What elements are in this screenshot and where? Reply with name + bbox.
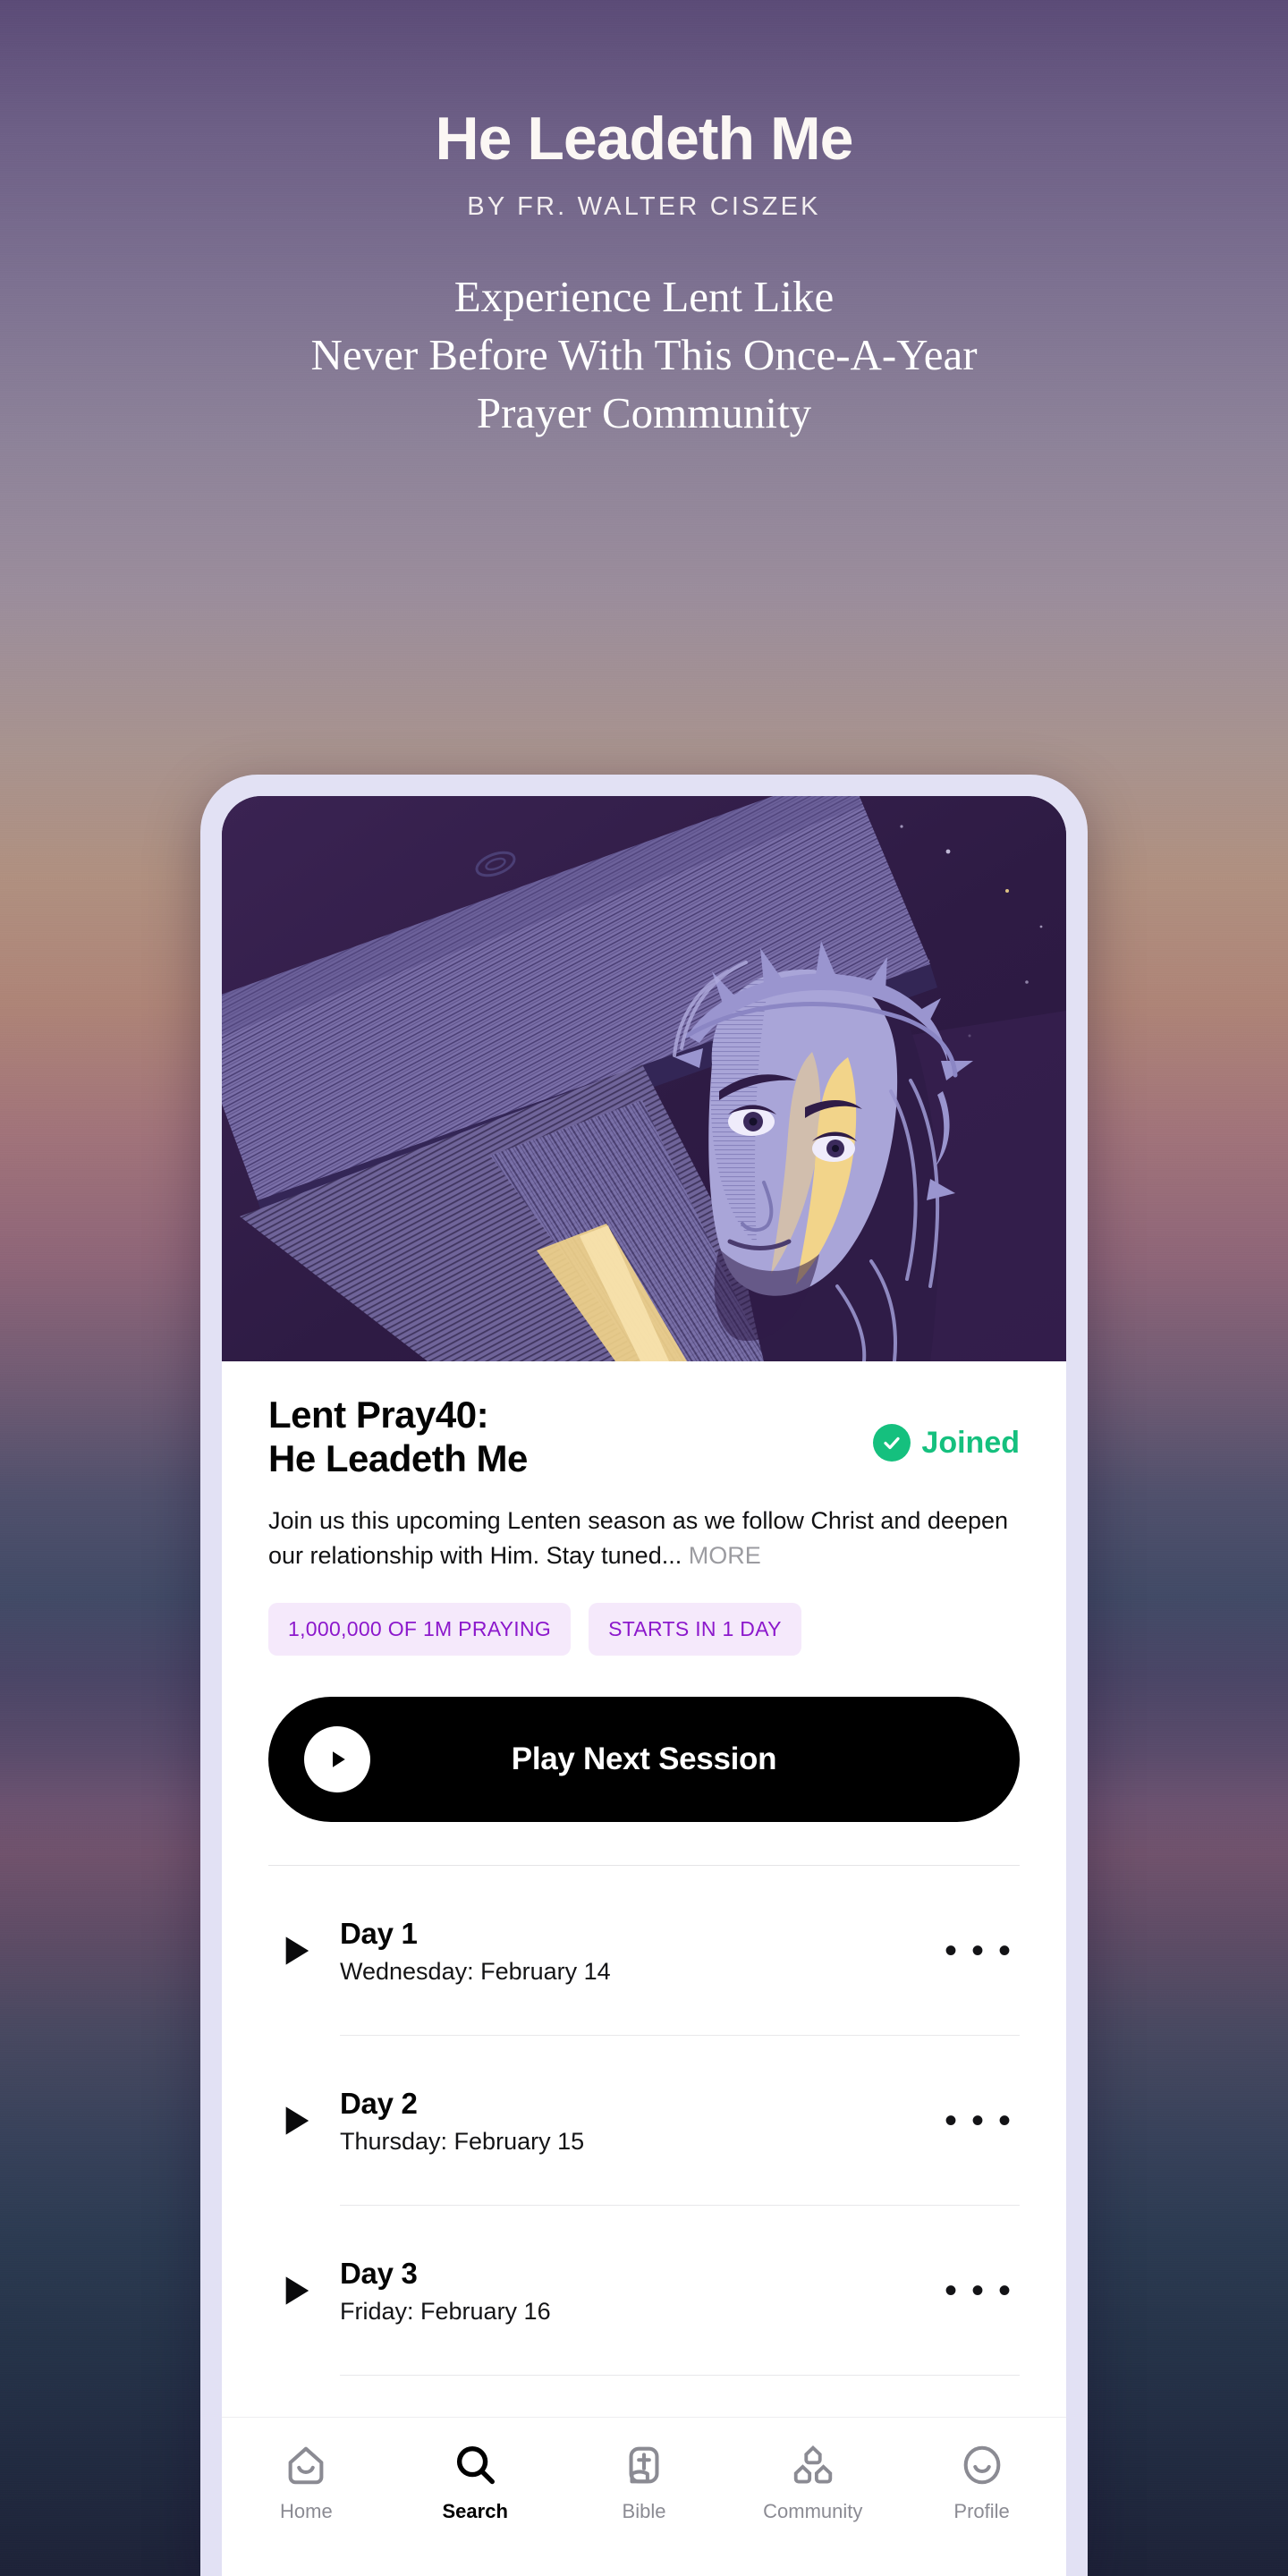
day-overflow-menu-icon[interactable]: • • • [945,2103,1020,2139]
day-texts: Day 1 Wednesday: February 14 [324,1917,945,1986]
tagline-line-2: Never Before With This Once-A-Year [310,330,978,380]
session-title-line-1: Lent Pray40: [268,1394,489,1436]
session-title-line-2: He Leadeth Me [268,1436,528,1479]
promo-header: He Leadeth Me BY FR. WALTER CISZEK Exper… [0,0,1288,442]
profile-icon [958,2441,1006,2489]
nav-item-search[interactable]: Search [391,2441,560,2523]
home-icon [282,2441,330,2489]
session-description-text: Join us this upcoming Lenten season as w… [268,1507,1009,1569]
day-name: Day 2 [340,2086,418,2120]
play-triangle-icon[interactable] [268,2104,324,2138]
bottom-navigation-bar: Home Search Bible Community Profile [222,2417,1066,2576]
row-divider [340,2375,1020,2377]
more-link[interactable]: MORE [682,1542,761,1569]
check-circle-icon [873,1424,911,1462]
play-next-session-label: Play Next Session [511,1741,777,1777]
nav-item-community[interactable]: Community [728,2441,897,2523]
author-byline: BY FR. WALTER CISZEK [467,192,821,222]
day-overflow-menu-icon[interactable]: • • • [945,1933,1020,1969]
joined-status-badge[interactable]: Joined [873,1424,1020,1462]
joined-label: Joined [921,1425,1020,1460]
promo-tagline: Experience Lent Like Never Before With T… [0,268,1288,442]
promo-page: He Leadeth Me BY FR. WALTER CISZEK Exper… [0,0,1288,2576]
play-icon [304,1726,370,1793]
session-title-row: Lent Pray40: He Leadeth Me Joined [268,1394,1020,1480]
day-overflow-menu-icon[interactable]: • • • [945,2273,1020,2309]
community-icon [789,2441,837,2489]
day-texts: Day 2 Thursday: February 15 [324,2087,945,2156]
nav-label-home: Home [280,2500,333,2522]
tag-praying-count: 1,000,000 OF 1M PRAYING [268,1603,572,1657]
day-date: Wednesday: February 14 [340,1957,611,1985]
tag-starts-in: STARTS IN 1 DAY [589,1603,801,1657]
nav-item-profile[interactable]: Profile [897,2441,1066,2523]
day-list: Day 1 Wednesday: February 14 • • • Day 2… [268,1866,1020,2377]
table-row[interactable]: Day 3 Friday: February 16 • • • [268,2206,1020,2377]
session-card: Lent Pray40: He Leadeth Me Joined Join u… [222,1361,1066,2377]
play-triangle-icon[interactable] [268,2274,324,2308]
day-date: Friday: February 16 [340,2297,551,2325]
tagline-line-3: Prayer Community [476,387,812,437]
tagline-line-1: Experience Lent Like [453,272,835,322]
session-description: Join us this upcoming Lenten season as w… [268,1504,1020,1572]
table-row[interactable]: Day 1 Wednesday: February 14 • • • [268,1866,1020,2037]
play-triangle-icon[interactable] [268,1934,324,1968]
nav-label-bible: Bible [622,2500,666,2522]
day-date: Thursday: February 15 [340,2127,585,2155]
nav-item-home[interactable]: Home [222,2441,391,2523]
session-tags: 1,000,000 OF 1M PRAYING STARTS IN 1 DAY [268,1603,1020,1657]
hero-artwork [222,796,1066,1361]
nav-item-bible[interactable]: Bible [560,2441,729,2523]
nav-label-community: Community [763,2500,863,2522]
day-name: Day 1 [340,1916,418,1950]
day-name: Day 3 [340,2256,418,2290]
day-texts: Day 3 Friday: February 16 [324,2257,945,2326]
session-title: Lent Pray40: He Leadeth Me [268,1394,528,1480]
bible-icon [620,2441,668,2489]
search-icon [451,2441,499,2489]
page-title: He Leadeth Me [435,105,854,173]
phone-mockup: Lent Pray40: He Leadeth Me Joined Join u… [200,775,1088,2576]
nav-label-search: Search [442,2500,508,2522]
phone-screen: Lent Pray40: He Leadeth Me Joined Join u… [222,796,1066,2576]
nav-label-profile: Profile [953,2500,1010,2522]
play-next-session-button[interactable]: Play Next Session [268,1697,1020,1823]
table-row[interactable]: Day 2 Thursday: February 15 • • • [268,2036,1020,2207]
